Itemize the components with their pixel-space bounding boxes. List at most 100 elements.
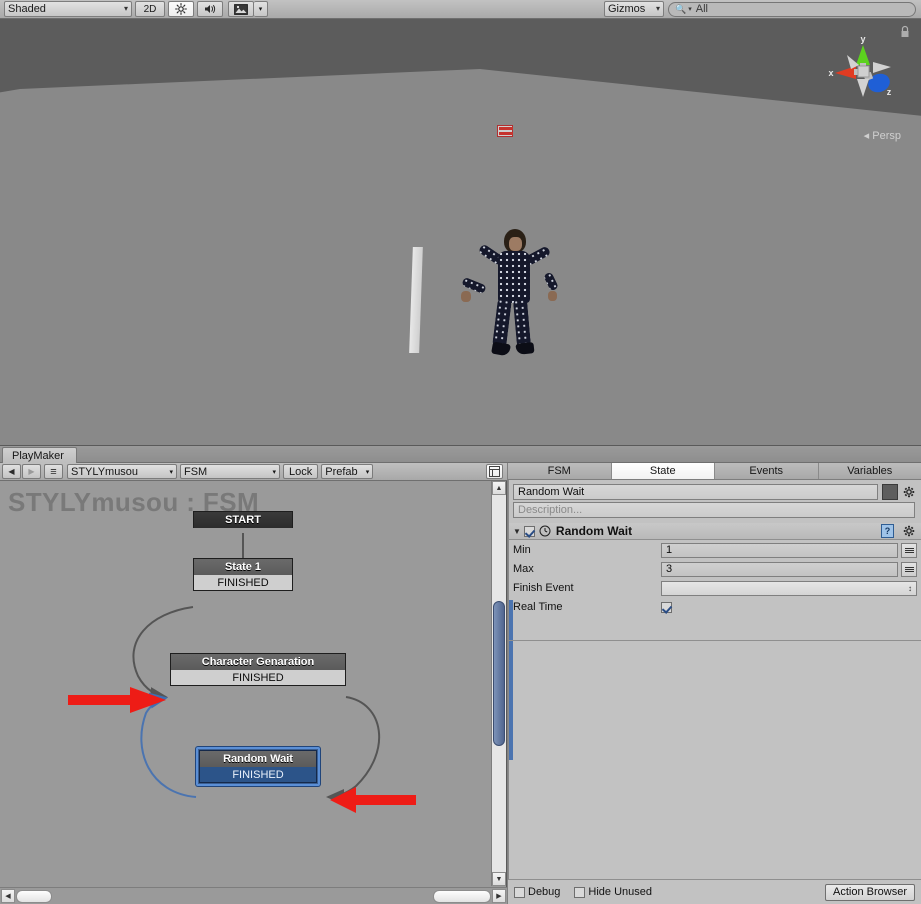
param-value-max: 3	[666, 563, 673, 575]
draw-mode-dropdown[interactable]: Shaded ▾	[4, 1, 132, 17]
playmaker-inspector-panel: FSM State Events Variables Random Wait D…	[508, 463, 921, 904]
action-header[interactable]: ▼ Random Wait ?	[509, 523, 921, 540]
state-name-input[interactable]: Random Wait	[513, 484, 878, 500]
scroll-down-arrow-icon[interactable]: ▼	[492, 872, 506, 886]
search-filter-chevron-icon: ▾	[688, 6, 692, 13]
projection-mode-label[interactable]: ◂ Persp	[864, 129, 901, 142]
scroll-up-arrow-icon[interactable]: ▲	[492, 481, 506, 495]
state-settings-gear-icon[interactable]	[901, 484, 917, 500]
speaker-icon	[204, 4, 215, 14]
param-checkbox-real-time[interactable]	[661, 601, 672, 613]
character-foot-left	[491, 341, 511, 357]
action-title: Random Wait	[555, 524, 633, 538]
fsm-node-character-genaration[interactable]: Character Genaration FINISHED	[170, 653, 346, 686]
character-leg-right	[512, 298, 532, 348]
tab-fsm[interactable]: FSM	[508, 463, 612, 479]
fsm-node-state-1[interactable]: State 1 FINISHED	[193, 558, 293, 591]
action-browser-button[interactable]: Action Browser	[825, 883, 915, 901]
layout-icon	[489, 466, 500, 477]
two-d-label: 2D	[143, 3, 157, 15]
param-label-real-time: Real Time	[513, 601, 563, 613]
effects-dropdown-arrow[interactable]: ▾	[254, 1, 268, 17]
scroll-left-arrow-icon[interactable]: ◀	[1, 889, 15, 903]
param-row-finish-event: Finish Event ↕	[509, 579, 921, 597]
graph-vertical-scroll-thumb[interactable]	[493, 601, 505, 746]
fsm-node-random-wait[interactable]: Random Wait FINISHED	[196, 747, 320, 786]
playmaker-window-tabstrip: PlayMaker	[0, 446, 921, 463]
gizmo-axis-x: x	[828, 66, 862, 79]
lock-icon[interactable]	[899, 25, 911, 38]
action-enabled-checkbox[interactable]	[523, 525, 535, 537]
character-arm-right-lower	[543, 271, 559, 292]
action-header-buttons: ?	[881, 523, 917, 539]
gizmos-dropdown[interactable]: Gizmos ▾	[604, 1, 664, 17]
toggle-2d-button[interactable]: 2D	[135, 1, 165, 17]
state-description-input[interactable]: Description...	[513, 502, 915, 518]
fsm-graph-canvas[interactable]: STYLYmusou : FSM START State 1 FINISHED …	[0, 481, 492, 886]
gameobject-label: STYLYmusou	[71, 465, 139, 478]
fsm-node-character-genaration-transition[interactable]: FINISHED	[170, 670, 346, 686]
tab-events[interactable]: Events	[715, 463, 819, 479]
param-label-max: Max	[513, 563, 534, 575]
param-row-real-time: Real Time	[509, 598, 921, 616]
action-settings-gear-icon[interactable]	[901, 523, 917, 539]
scene-search-input[interactable]: 🔍 ▾ All	[668, 1, 916, 17]
nav-back-button[interactable]: ◀	[2, 464, 21, 479]
debug-checkbox[interactable]	[514, 886, 525, 898]
audio-toggle-button[interactable]	[197, 1, 223, 17]
state-description-row: Description...	[509, 500, 921, 518]
gameobject-selector-dropdown[interactable]: STYLYmusou ▾	[67, 464, 177, 479]
help-icon[interactable]: ?	[881, 524, 894, 538]
scene-character-model[interactable]	[461, 229, 560, 374]
graph-horizontal-scroll-thumb-left[interactable]	[16, 889, 52, 903]
svg-text:z: z	[887, 87, 892, 97]
billboard-stripe-top	[499, 127, 513, 130]
fsm-node-state-1-transition[interactable]: FINISHED	[193, 575, 293, 591]
playmaker-graph-panel: ◀ ▶ ≡ STYLYmusou ▾ FSM ▾ Lock Prefab ▾ S…	[0, 463, 507, 904]
param-popup-finish-event[interactable]: ↕	[661, 580, 917, 596]
state-color-swatch[interactable]	[882, 484, 898, 500]
lock-button[interactable]: Lock	[283, 464, 319, 479]
state-name-row: Random Wait	[509, 480, 921, 500]
graph-horizontal-scrollbar[interactable]: ◀ ▶	[0, 887, 507, 904]
scene-view-toolbar: Shaded ▾ 2D ▾ Gizmos ▾ 🔍 ▾ All	[0, 0, 921, 19]
param-variable-button-max[interactable]	[901, 561, 917, 577]
prefab-dropdown[interactable]: Prefab ▾	[321, 464, 374, 479]
tab-playmaker[interactable]: PlayMaker	[2, 447, 77, 463]
svg-text:x: x	[828, 68, 833, 78]
scene-view[interactable]: y x z ◂ Persp	[0, 19, 921, 446]
graph-layout-button[interactable]	[486, 464, 503, 479]
tab-state-label: State	[649, 465, 676, 477]
graph-horizontal-scroll-thumb-right[interactable]	[433, 889, 491, 903]
param-variable-button-min[interactable]	[901, 542, 917, 558]
param-row-max: Max 3	[509, 560, 921, 578]
nav-forward-button[interactable]: ▶	[22, 464, 41, 479]
scroll-right-arrow-icon[interactable]: ▶	[492, 889, 506, 903]
character-leg-left	[492, 298, 512, 348]
state-name-value: Random Wait	[518, 486, 585, 498]
scene-view-axis-gizmo[interactable]: y x z	[825, 33, 901, 109]
image-icon	[234, 3, 248, 15]
fsm-selector-dropdown[interactable]: FSM ▾	[180, 464, 280, 479]
hide-unused-checkbox-row[interactable]: Hide Unused	[574, 886, 652, 898]
effects-toggle-button[interactable]	[228, 1, 254, 17]
param-input-min[interactable]: 1	[661, 542, 898, 558]
annotation-arrow-to-character-genaration	[68, 687, 166, 713]
hide-unused-checkbox[interactable]	[574, 886, 586, 898]
gear-icon	[903, 525, 914, 536]
tab-variables[interactable]: Variables	[818, 463, 921, 479]
tab-events-label: Events	[749, 465, 784, 477]
tab-state[interactable]: State	[611, 463, 715, 479]
lighting-toggle-button[interactable]	[168, 1, 194, 17]
graph-menu-button[interactable]: ≡	[44, 464, 63, 479]
debug-checkbox-row[interactable]: Debug	[514, 886, 560, 898]
foldout-arrow-icon[interactable]: ▼	[513, 527, 521, 536]
param-input-max[interactable]: 3	[661, 561, 898, 577]
fsm-node-start[interactable]: START	[193, 511, 293, 528]
character-face	[509, 237, 522, 251]
lock-label: Lock	[289, 465, 313, 478]
search-icon: 🔍	[675, 3, 687, 14]
scene-billboard-object[interactable]	[497, 125, 513, 137]
graph-vertical-scrollbar[interactable]: ▲ ▼	[491, 481, 506, 886]
fsm-node-random-wait-transition[interactable]: FINISHED	[199, 767, 317, 783]
